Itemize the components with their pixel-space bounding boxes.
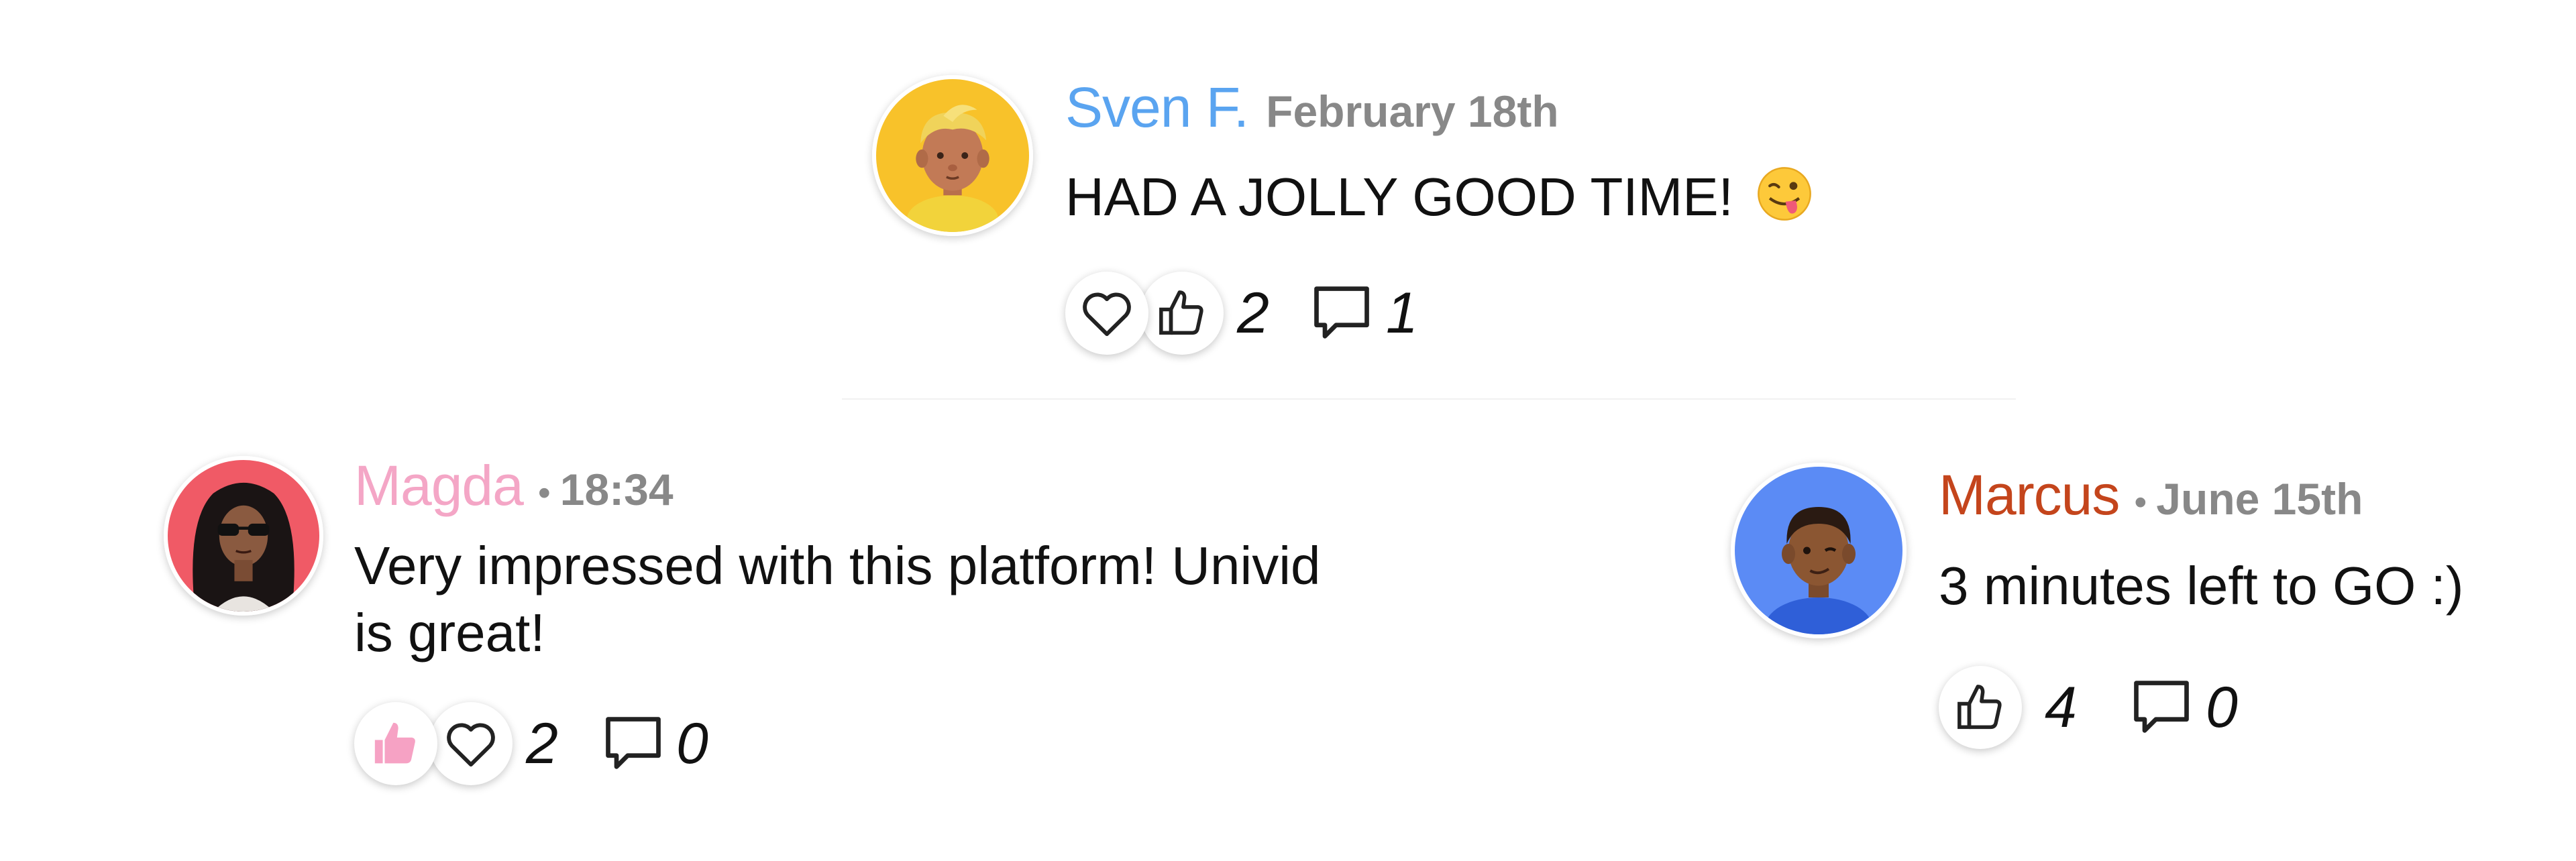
reaction-count: 2 [1237,281,1269,345]
reply-button[interactable] [2128,673,2195,740]
reaction-count: 4 [2045,675,2077,740]
comment-text-content: HAD A JOLLY GOOD TIME! [1065,167,1733,227]
comment-text: 3 minutes left to GO :) [1939,553,2464,620]
comment-text-line: Very impressed with this platform! Univi… [354,536,1321,595]
comment-date: February 18th [1266,87,1559,136]
avatar-marcus-image [1735,467,1902,634]
avatar-marcus[interactable] [1731,463,1907,638]
thumbs-up-icon-filled [374,722,415,764]
comment-actions: 2 1 [1065,270,1441,357]
comment-time: 18:34 [559,465,674,514]
comment-text: Very impressed with this platform! Univi… [354,532,1401,667]
reply-button[interactable] [600,709,667,777]
reaction-heart-button[interactable] [429,702,513,785]
comment-text-content: 3 minutes left to GO :) [1939,556,2464,616]
thumbs-up-icon [1159,290,1203,335]
comment-header: Sven F. February 18th [1065,75,1559,140]
speech-bubble-icon [2134,681,2189,733]
speech-bubble-icon [1314,286,1369,339]
reaction-thumbs-up-button[interactable] [1939,666,2022,749]
avatar-magda-image [168,460,319,612]
comment-text-line: is great! [354,603,545,663]
avatar-sven[interactable] [872,75,1033,236]
reaction-count: 2 [526,711,558,776]
heart-icon [1083,292,1131,337]
speech-bubble-icon [606,717,661,769]
author-name[interactable]: Magda [354,453,524,518]
separator-dot: • [2134,482,2147,522]
reaction-heart-button[interactable] [1065,272,1148,355]
comment-date: June 15th [2156,474,2363,524]
separator-dot: • [537,473,551,513]
heart-icon [447,723,495,767]
reply-count: 1 [1386,281,1418,345]
comment-actions: 4 0 [1939,664,2261,751]
avatar-sven-image [876,79,1029,232]
comment-text: HAD A JOLLY GOOD TIME! [1065,164,1813,231]
reply-button[interactable] [1308,279,1375,346]
winking-face-with-tongue-icon [1758,167,1811,221]
reaction-thumbs-up-button[interactable] [1140,272,1224,355]
reaction-thumbs-up-button[interactable] [354,702,437,785]
comment-header: Marcus • June 15th [1939,463,2363,528]
comment-actions: 2 0 [354,700,730,787]
author-name[interactable]: Sven F. [1065,75,1249,140]
divider [842,398,2016,400]
author-name[interactable]: Marcus [1939,463,2120,528]
reply-count: 0 [676,711,708,776]
avatar-magda[interactable] [164,456,323,616]
comment-header: Magda • 18:34 [354,453,674,518]
thumbs-up-icon [1957,685,2002,730]
reply-count: 0 [2206,675,2238,740]
